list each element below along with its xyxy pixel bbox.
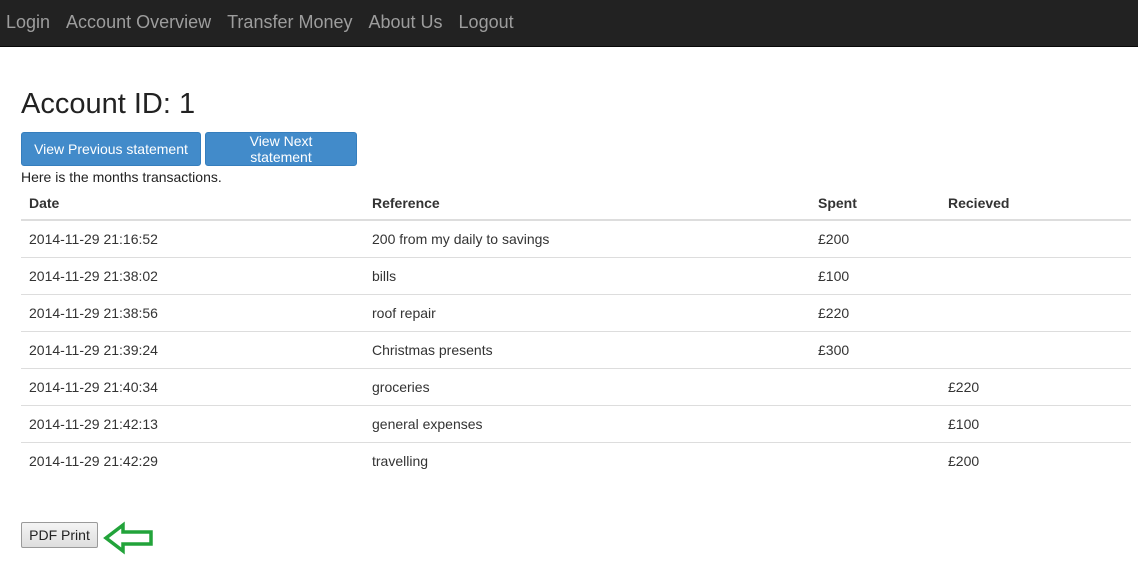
cell-spent: £200 xyxy=(818,230,850,247)
cell-date: 2014-11-29 21:38:02 xyxy=(21,256,364,294)
cell-date: 2014-11-29 21:40:34 xyxy=(21,367,364,405)
cell-received xyxy=(940,220,1131,257)
nav-logout[interactable]: Logout xyxy=(459,12,514,33)
cell-date: 2014-11-29 21:38:56 xyxy=(21,293,364,331)
cell-date: 2014-11-29 21:16:52 xyxy=(29,230,158,247)
cell-reference: roof repair xyxy=(364,293,810,331)
header-date: Date xyxy=(21,186,364,221)
cell-reference: general expenses xyxy=(364,404,810,442)
cell-reference: groceries xyxy=(364,367,810,405)
cell-spent xyxy=(810,404,940,442)
page-title: Account ID: 1 xyxy=(21,88,196,120)
cell-spent: £300 xyxy=(810,330,940,368)
cell-date: 2014-11-29 21:42:13 xyxy=(21,404,364,442)
cell-spent xyxy=(810,441,940,479)
cell-reference: travelling xyxy=(364,441,810,479)
cell-spent: £220 xyxy=(810,293,940,331)
nav-about-us[interactable]: About Us xyxy=(369,12,443,33)
table-row: 2014-11-29 21:39:24 Christmas presents £… xyxy=(21,330,1131,368)
header-received: Recieved xyxy=(940,186,1131,221)
pdf-print-button[interactable]: PDF Print xyxy=(21,522,98,548)
cell-received xyxy=(940,256,1131,294)
header-spent: Spent xyxy=(810,186,940,221)
cell-date: 2014-11-29 21:42:29 xyxy=(21,441,364,479)
table-row: 2014-11-29 21:42:29 travelling £200 xyxy=(21,441,1131,479)
table-row: 2014-11-29 21:16:52 200 from my daily to… xyxy=(21,220,1131,257)
cell-received xyxy=(940,330,1131,368)
table-row: 2014-11-29 21:38:56 roof repair £220 xyxy=(21,293,1131,331)
cell-received: £200 xyxy=(940,441,1131,479)
cell-reference: bills xyxy=(364,256,810,294)
nav-account-overview[interactable]: Account Overview xyxy=(66,12,211,33)
cell-spent xyxy=(810,367,940,405)
cell-received: £100 xyxy=(940,404,1131,442)
cell-spent: £100 xyxy=(810,256,940,294)
intro-text: Here is the months transactions. xyxy=(21,169,222,185)
cell-reference: 200 from my daily to savings xyxy=(372,230,550,247)
nav-links: Login Account Overview Transfer Money Ab… xyxy=(6,12,530,33)
transactions-table: Date Reference Spent Recieved 2014-11-29… xyxy=(21,186,1131,479)
cell-date: 2014-11-29 21:39:24 xyxy=(21,330,364,368)
table-row: 2014-11-29 21:42:13 general expenses £10… xyxy=(21,404,1131,442)
table-row: 2014-11-29 21:38:02 bills £100 xyxy=(21,256,1131,294)
nav-login[interactable]: Login xyxy=(6,12,50,33)
view-previous-statement-button[interactable]: View Previous statement xyxy=(21,132,201,166)
top-navbar: Login Account Overview Transfer Money Ab… xyxy=(0,0,1138,47)
nav-transfer-money[interactable]: Transfer Money xyxy=(227,12,352,33)
cell-received: £220 xyxy=(940,367,1131,405)
table-row: 2014-11-29 21:40:34 groceries £220 xyxy=(21,367,1131,405)
table-header-row: Date Reference Spent Recieved xyxy=(21,186,1131,221)
header-reference: Reference xyxy=(364,186,810,221)
left-arrow-icon xyxy=(103,521,153,555)
cell-reference: Christmas presents xyxy=(364,330,810,368)
view-next-statement-button[interactable]: View Next statement xyxy=(205,132,357,166)
cell-received xyxy=(940,293,1131,331)
